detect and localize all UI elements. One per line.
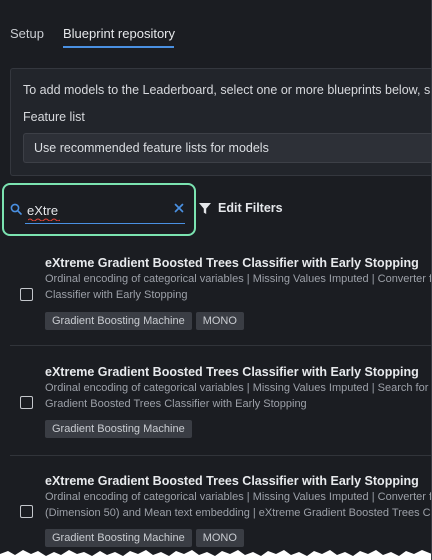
close-icon[interactable]: [173, 202, 185, 214]
mono-tag: MONO: [195, 529, 244, 547]
blueprint-checkbox[interactable]: [20, 505, 33, 518]
blueprint-title: eXtreme Gradient Boosted Trees Classifie…: [45, 256, 419, 270]
feature-list-select[interactable]: Use recommended feature lists for models: [23, 133, 431, 163]
edit-filters-label: Edit Filters: [218, 201, 283, 215]
blueprint-description: Ordinal encoding of categorical variable…: [45, 271, 432, 303]
blueprint-description: Ordinal encoding of categorical variable…: [45, 489, 432, 521]
blueprint-item[interactable]: eXtreme Gradient Boosted Trees Classifie…: [10, 347, 432, 456]
feature-list-value: Use recommended feature lists for models: [34, 141, 269, 155]
tab-setup[interactable]: Setup: [10, 26, 44, 41]
blueprint-checkbox[interactable]: [20, 288, 33, 301]
filter-icon: [199, 203, 211, 214]
instruction-text: To add models to the Leaderboard, select…: [23, 83, 431, 97]
blueprint-description-line: Ordinal encoding of categorical variable…: [45, 273, 432, 285]
spellcheck-underline: [28, 218, 60, 221]
tab-bar: Setup Blueprint repository: [0, 0, 431, 50]
tab-blueprint-repository[interactable]: Blueprint repository: [63, 26, 175, 41]
blueprint-description-line: Ordinal encoding of categorical variable…: [45, 382, 432, 394]
search-icon: [10, 203, 22, 215]
blueprint-title: eXtreme Gradient Boosted Trees Classifie…: [45, 474, 419, 488]
model-family-tag: Gradient Boosting Machine: [45, 420, 192, 438]
blueprint-item[interactable]: eXtreme Gradient Boosted Trees Classifie…: [10, 456, 432, 560]
blueprint-tags: Gradient Boosting Machine MONO: [45, 529, 248, 547]
blueprint-description-line: Classifier with Early Stopping: [45, 289, 188, 301]
feature-list-label: Feature list: [23, 110, 85, 124]
torn-edge: [0, 550, 431, 560]
blueprint-panel: Setup Blueprint repository To add models…: [0, 0, 432, 560]
mono-tag: MONO: [195, 312, 244, 330]
model-family-tag: Gradient Boosting Machine: [45, 312, 192, 330]
blueprint-description-line: Gradient Boosted Trees Classifier with E…: [45, 398, 307, 410]
search-box-focus-ring: [2, 183, 196, 236]
blueprint-checkbox[interactable]: [20, 396, 33, 409]
search-input-underline: [25, 223, 185, 224]
model-family-tag: Gradient Boosting Machine: [45, 529, 192, 547]
blueprint-description-line: Ordinal encoding of categorical variable…: [45, 491, 432, 503]
info-panel: To add models to the Leaderboard, select…: [10, 68, 431, 176]
active-tab-indicator: [63, 46, 174, 48]
blueprint-title: eXtreme Gradient Boosted Trees Classifie…: [45, 365, 419, 379]
blueprint-description-line: (Dimension 50) and Mean text embedding |…: [45, 507, 432, 519]
blueprint-tags: Gradient Boosting Machine MONO: [45, 312, 248, 330]
blueprint-item[interactable]: eXtreme Gradient Boosted Trees Classifie…: [10, 237, 432, 346]
blueprint-description: Ordinal encoding of categorical variable…: [45, 380, 432, 412]
blueprint-tags: Gradient Boosting Machine: [45, 420, 196, 438]
